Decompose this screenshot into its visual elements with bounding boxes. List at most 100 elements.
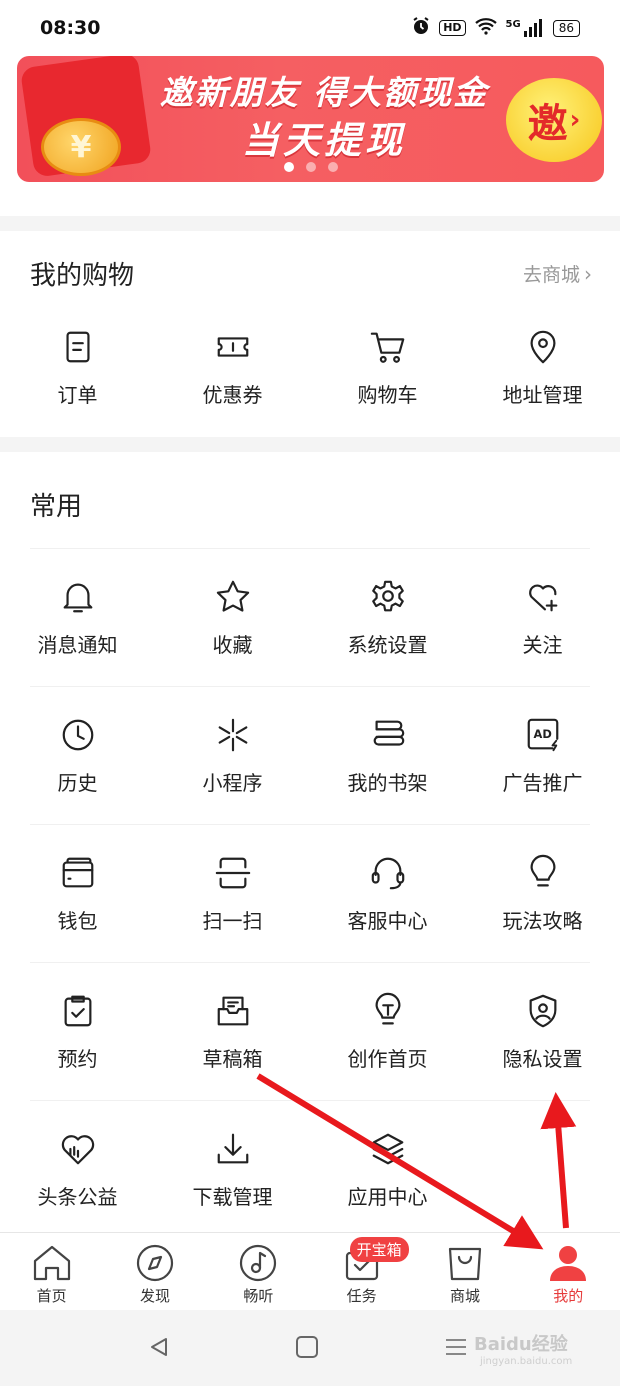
mini-program-icon [213, 715, 253, 755]
tab-label: 首页 [36, 1287, 67, 1305]
lightbulb-icon [523, 853, 563, 893]
heart-plus-icon [523, 577, 563, 617]
compass-icon [136, 1244, 174, 1282]
item-label: 草稿箱 [202, 1047, 263, 1071]
shopping-grid: 订单 优惠券 购物车 地址管理 [0, 301, 620, 439]
shopping-item-cart[interactable]: 购物车 [310, 301, 465, 439]
draft-box-icon [213, 991, 253, 1031]
item-label: 购物车 [357, 383, 418, 407]
privacy-shield-icon [523, 991, 563, 1031]
star-icon [213, 577, 253, 617]
bookshelf-icon [368, 715, 408, 755]
home-icon [33, 1245, 70, 1281]
back-icon[interactable] [148, 1336, 170, 1358]
common-item-history[interactable]: 历史 [0, 687, 155, 825]
alarm-icon [411, 16, 431, 40]
section-title-common: 常用 [30, 492, 83, 522]
shopping-item-address[interactable]: 地址管理 [465, 301, 620, 439]
system-nav-bar: Baidu经验 jingyan.baidu.com [0, 1310, 620, 1386]
status-icons: HD 5G 86 [411, 16, 580, 40]
shopping-item-order[interactable]: 订单 [0, 301, 155, 439]
ad-icon: AD [523, 715, 563, 755]
invite-button[interactable]: 邀 › [506, 78, 602, 162]
item-label: 扫一扫 [202, 909, 263, 933]
wifi-icon [474, 17, 498, 39]
tab-home[interactable]: 首页 [0, 1233, 103, 1310]
wallet-icon [58, 853, 98, 893]
common-item-guide[interactable]: 玩法攻略 [465, 825, 620, 963]
item-label: 消息通知 [37, 633, 118, 657]
section-title-shopping: 我的购物 [30, 261, 135, 291]
banner-section: ¥ 邀新朋友 得大额现金 当天提现 邀 › [0, 56, 620, 216]
item-label: 玩法攻略 [502, 909, 583, 933]
treasure-box-badge[interactable]: 开宝箱 [349, 1237, 409, 1262]
item-label: 优惠券 [202, 383, 263, 407]
status-time: 08:30 [40, 17, 101, 39]
item-label: 收藏 [212, 633, 253, 657]
common-item-drafts[interactable]: 草稿箱 [155, 963, 310, 1101]
common-item-scan[interactable]: 扫一扫 [155, 825, 310, 963]
item-label: 系统设置 [347, 633, 428, 657]
common-item-bookshelf[interactable]: 我的书架 [310, 687, 465, 825]
download-icon [213, 1129, 253, 1169]
carousel-dot[interactable] [283, 162, 294, 172]
chevron-right-icon: › [569, 105, 581, 135]
common-item-notifications[interactable]: 消息通知 [0, 549, 155, 687]
tab-tasks[interactable]: 任务 开宝箱 [310, 1233, 413, 1310]
shopping-bag-icon [448, 1247, 482, 1281]
svg-text:AD: AD [533, 727, 551, 741]
item-label: 历史 [57, 771, 98, 795]
location-icon [523, 327, 563, 367]
tab-label: 任务 [346, 1287, 377, 1305]
shopping-section: 我的购物 去商城 › 订单 优惠券 购物车 地址管理 [0, 231, 620, 437]
common-item-downloads[interactable]: 下载管理 [155, 1101, 310, 1239]
item-label: 下载管理 [192, 1185, 273, 1209]
item-label: 隐私设置 [502, 1047, 583, 1071]
common-item-follow[interactable]: 关注 [465, 549, 620, 687]
tab-listen[interactable]: 畅听 [207, 1233, 310, 1310]
item-label: 关注 [522, 633, 563, 657]
item-label: 我的书架 [347, 771, 428, 795]
watermark-text: Baidu经验 [474, 1334, 568, 1355]
battery-indicator: 86 [552, 19, 580, 37]
shopping-item-coupon[interactable]: 优惠券 [155, 301, 310, 439]
common-section: 常用 消息通知 收藏 系统设置 关注 历史 小程序 我的书架 AD 广告推广 钱… [0, 452, 620, 1232]
hd-badge: HD [439, 20, 466, 36]
common-item-customer-service[interactable]: 客服中心 [310, 825, 465, 963]
common-item-settings[interactable]: 系统设置 [310, 549, 465, 687]
menu-icon[interactable] [444, 1337, 468, 1357]
item-label: 应用中心 [347, 1185, 428, 1209]
item-label: 订单 [57, 383, 98, 407]
common-item-favorites[interactable]: 收藏 [155, 549, 310, 687]
order-icon [58, 327, 98, 367]
item-label: 头条公益 [37, 1185, 118, 1209]
common-item-privacy[interactable]: 隐私设置 [465, 963, 620, 1101]
common-item-creator-home[interactable]: 创作首页 [310, 963, 465, 1101]
common-item-ads[interactable]: AD 广告推广 [465, 687, 620, 825]
watermark-subtext: jingyan.baidu.com [480, 1356, 573, 1367]
carousel-dot[interactable] [327, 162, 338, 172]
network-label: 5G [505, 19, 521, 30]
common-item-reservation[interactable]: 预约 [0, 963, 155, 1101]
common-item-charity[interactable]: 头条公益 [0, 1101, 155, 1239]
common-item-wallet[interactable]: 钱包 [0, 825, 155, 963]
home-nav-icon[interactable] [296, 1336, 318, 1358]
go-mall-link[interactable]: 去商城 › [523, 260, 592, 287]
clock-icon [58, 715, 98, 755]
tab-profile[interactable]: 我的 [517, 1233, 620, 1310]
bottom-tab-bar: 首页 发现 畅听 任务 开宝箱 商城 我的 [0, 1232, 620, 1310]
common-item-mini-program[interactable]: 小程序 [155, 687, 310, 825]
coupon-icon [213, 327, 253, 367]
common-item-app-center[interactable]: 应用中心 [310, 1101, 465, 1239]
carousel-dot[interactable] [305, 162, 316, 172]
tab-label: 畅听 [243, 1287, 274, 1305]
invite-banner[interactable]: ¥ 邀新朋友 得大额现金 当天提现 邀 › [17, 56, 604, 182]
clipboard-check-icon [58, 991, 98, 1031]
creator-bulb-icon [368, 991, 408, 1031]
tab-label: 我的 [553, 1287, 584, 1305]
invite-button-label: 邀 [527, 101, 568, 147]
tab-mall[interactable]: 商城 [413, 1233, 516, 1310]
tab-discover[interactable]: 发现 [103, 1233, 206, 1310]
cart-icon [368, 327, 408, 367]
gear-icon [368, 577, 408, 617]
